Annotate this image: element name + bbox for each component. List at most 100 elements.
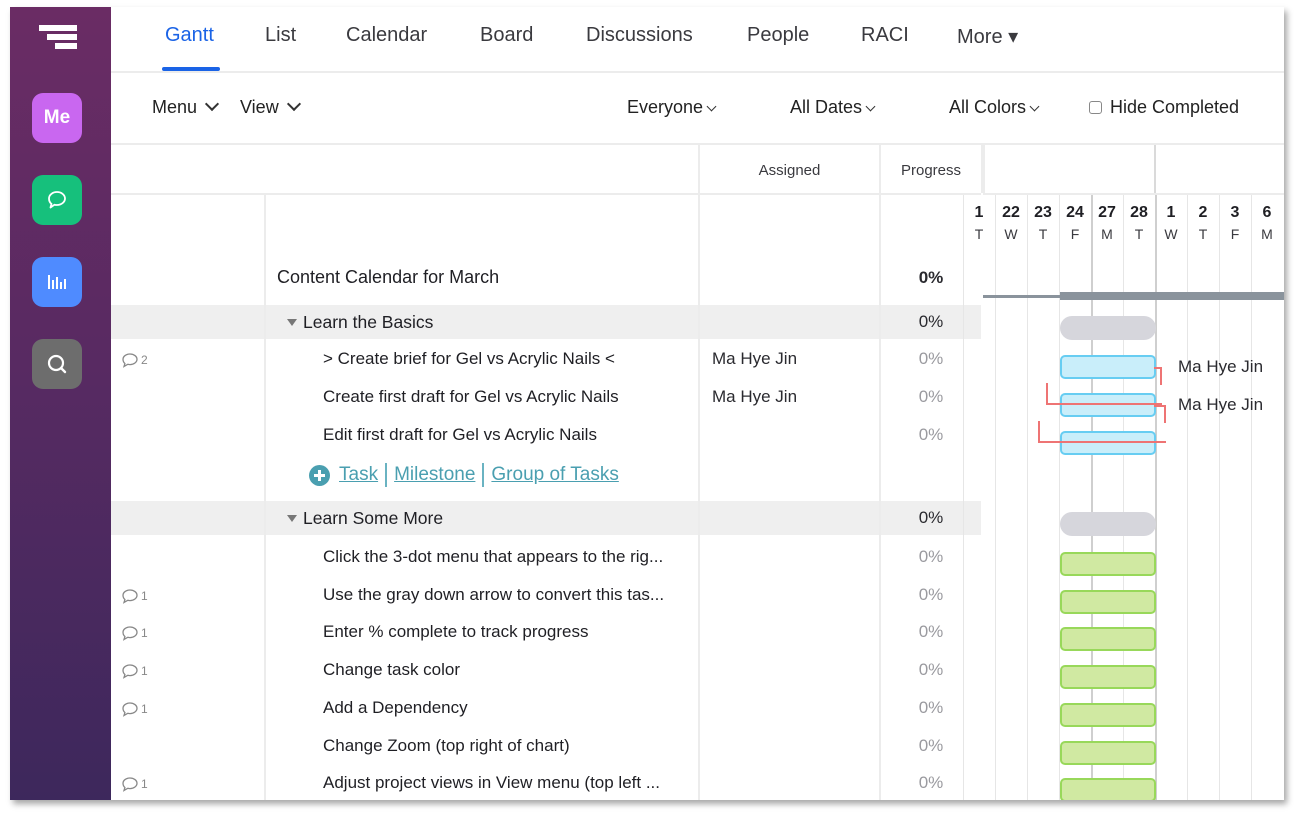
task-progress[interactable]: 0% <box>881 387 981 407</box>
chevron-down-icon <box>706 101 717 112</box>
dates-filter[interactable]: All Dates <box>790 97 876 118</box>
task-assignee[interactable]: Ma Hye Jin <box>712 387 797 407</box>
hide-completed-toggle[interactable]: Hide Completed <box>1089 97 1239 118</box>
day-of-week: W <box>1004 226 1018 242</box>
comment-count[interactable]: 2 <box>121 352 148 368</box>
task-name[interactable]: Adjust project views in View menu (top l… <box>323 773 660 793</box>
task-name[interactable]: Click the 3-dot menu that appears to the… <box>323 547 663 567</box>
task-progress[interactable]: 0% <box>881 698 981 718</box>
comment-count[interactable]: 1 <box>121 625 148 642</box>
task-bar[interactable] <box>1060 778 1156 800</box>
task-progress[interactable]: 0% <box>881 736 981 756</box>
view-dropdown[interactable]: View <box>240 96 301 118</box>
menu-dropdown[interactable]: Menu <box>152 96 220 118</box>
task-name[interactable]: Enter % complete to track progress <box>323 622 589 642</box>
task-row[interactable]: Change Zoom (top right of chart) 0% <box>111 728 981 766</box>
group-row[interactable]: Learn the Basics 0% <box>111 305 981 339</box>
task-progress[interactable]: 0% <box>881 622 981 642</box>
dependency-connector[interactable] <box>1046 383 1162 405</box>
project-title[interactable]: Content Calendar for March <box>277 267 499 288</box>
task-bar[interactable] <box>1060 355 1156 379</box>
task-bar[interactable] <box>1060 627 1156 652</box>
progress-column-header[interactable]: Progress <box>881 162 981 179</box>
hide-completed-checkbox[interactable] <box>1089 101 1102 114</box>
dates-label: All Dates <box>790 97 863 117</box>
sidebar-me-button[interactable]: Me <box>32 93 82 143</box>
active-tab-indicator <box>162 67 220 71</box>
task-row[interactable]: 1 Use the gray down arrow to convert this… <box>111 577 981 615</box>
task-name[interactable]: Change task color <box>323 660 460 680</box>
task-bar[interactable] <box>1060 702 1156 727</box>
tab-board[interactable]: Board <box>480 24 533 47</box>
task-row[interactable]: 1 Enter % complete to track progress 0% <box>111 614 981 652</box>
tab-gantt[interactable]: Gantt <box>165 24 214 47</box>
task-row[interactable]: Edit first draft for Gel vs Acrylic Nail… <box>111 417 981 455</box>
day-gridline <box>1187 195 1188 800</box>
task-row[interactable]: 1 Adjust project views in View menu (top … <box>111 765 981 800</box>
task-name[interactable]: Add a Dependency <box>323 698 468 718</box>
column-divider <box>698 195 700 800</box>
group-name[interactable]: Learn the Basics <box>287 312 433 333</box>
task-progress[interactable]: 0% <box>881 547 981 567</box>
tab-people[interactable]: People <box>747 24 809 47</box>
group-row[interactable]: Learn Some More 0% <box>111 501 981 535</box>
add-milestone-link[interactable]: Milestone <box>394 464 475 486</box>
task-row[interactable]: Create first draft for Gel vs Acrylic Na… <box>111 379 981 417</box>
project-row[interactable]: Content Calendar for March 0% <box>111 195 981 305</box>
tab-list[interactable]: List <box>265 24 296 47</box>
tab-more[interactable]: More ▾ <box>957 24 1018 49</box>
task-assignee[interactable]: Ma Hye Jin <box>712 349 797 369</box>
group-bar[interactable] <box>1060 512 1156 536</box>
task-bar[interactable] <box>1060 740 1156 765</box>
comment-count[interactable]: 1 <box>121 663 148 679</box>
task-row[interactable]: 1 Add a Dependency 0% <box>111 690 981 728</box>
colors-filter[interactable]: All Colors <box>949 97 1040 118</box>
tab-raci[interactable]: RACI <box>861 24 909 47</box>
collapse-triangle-icon[interactable] <box>287 319 297 326</box>
task-row[interactable]: 2 > Create brief for Gel vs Acrylic Nail… <box>111 341 981 379</box>
comment-count[interactable]: 1 <box>121 588 148 604</box>
task-name[interactable]: Use the gray down arrow to convert this … <box>323 585 664 605</box>
task-progress[interactable]: 0% <box>881 425 981 445</box>
sidebar-chat-button[interactable] <box>32 175 82 225</box>
task-row[interactable]: 1 Change task color 0% <box>111 652 981 690</box>
dependency-connector[interactable] <box>1046 383 1048 405</box>
task-progress[interactable]: 0% <box>881 349 981 369</box>
tab-calendar[interactable]: Calendar <box>346 24 427 47</box>
task-name[interactable]: Change Zoom (top right of chart) <box>323 736 570 756</box>
day-number: 6 <box>1262 204 1272 221</box>
month-header <box>983 145 1284 195</box>
column-divider <box>879 195 881 800</box>
everyone-filter[interactable]: Everyone <box>627 97 717 118</box>
project-summary-bar[interactable] <box>1060 292 1284 300</box>
collapse-triangle-icon[interactable] <box>287 515 297 522</box>
task-progress[interactable]: 0% <box>881 585 981 605</box>
task-bar[interactable] <box>1060 665 1156 690</box>
tab-discussions[interactable]: Discussions <box>586 24 693 47</box>
comment-count[interactable]: 1 <box>121 776 148 793</box>
task-name[interactable]: > Create brief for Gel vs Acrylic Nails … <box>323 349 615 369</box>
group-bar[interactable] <box>1060 316 1156 340</box>
task-name[interactable]: Create first draft for Gel vs Acrylic Na… <box>323 387 619 407</box>
task-row[interactable]: Click the 3-dot menu that appears to the… <box>111 539 981 577</box>
add-group-link[interactable]: Group of Tasks <box>491 464 618 486</box>
dependency-connector[interactable] <box>1038 421 1166 443</box>
task-bar[interactable] <box>1060 552 1156 576</box>
group-name[interactable]: Learn Some More <box>287 508 443 529</box>
add-plus-icon[interactable] <box>309 464 330 486</box>
group-label: Learn Some More <box>303 508 444 528</box>
colors-label: All Colors <box>949 97 1027 117</box>
comment-count[interactable]: 1 <box>121 701 148 717</box>
sidebar: Me <box>10 7 111 800</box>
group-progress: 0% <box>918 508 944 527</box>
task-progress[interactable]: 0% <box>881 660 981 680</box>
app-logo-icon[interactable] <box>39 25 77 55</box>
task-progress[interactable]: 0% <box>881 773 981 793</box>
task-bar[interactable] <box>1060 589 1156 614</box>
add-task-link[interactable]: Task <box>339 464 378 486</box>
assigned-column-header[interactable]: Assigned <box>700 162 879 179</box>
sidebar-search-button[interactable] <box>32 339 82 389</box>
chevron-down-icon <box>865 101 876 112</box>
sidebar-stats-button[interactable] <box>32 257 82 307</box>
task-name[interactable]: Edit first draft for Gel vs Acrylic Nail… <box>323 425 597 445</box>
